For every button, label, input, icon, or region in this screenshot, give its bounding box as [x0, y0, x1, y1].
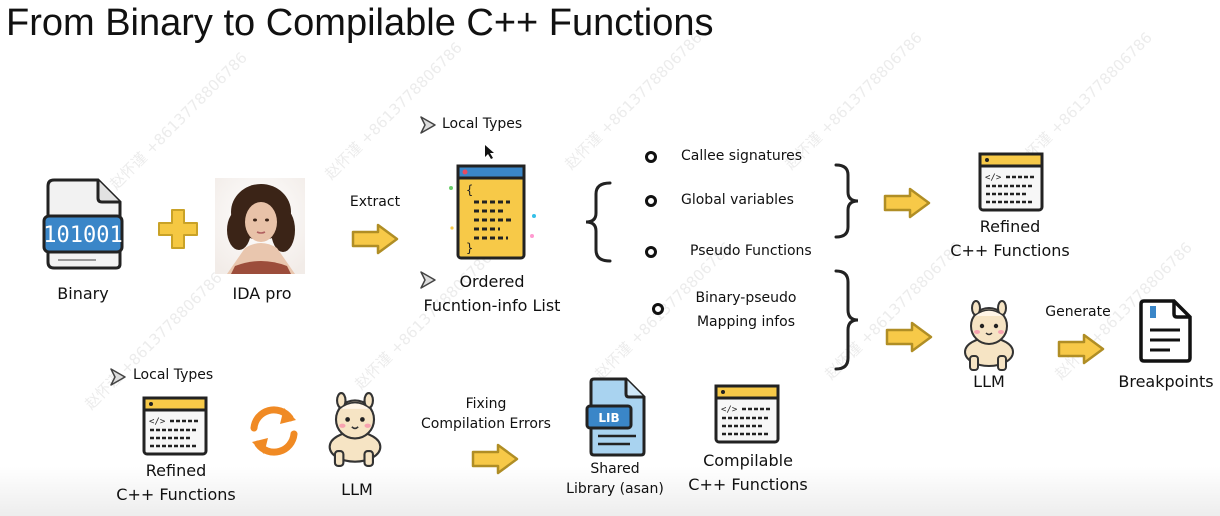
document-icon [1139, 299, 1192, 363]
bullet-icon [652, 303, 664, 315]
svg-text:}: } [466, 241, 473, 255]
right-brace [834, 269, 859, 371]
extract-label: Extract [349, 194, 401, 210]
code-window-icon: </> [978, 152, 1044, 212]
binary-code-text: 101001 [43, 223, 122, 248]
list-item: Pseudo Functions [690, 243, 812, 259]
binary-label: Binary [57, 284, 109, 303]
llama-icon [964, 300, 1014, 371]
ordered-label-line1: Ordered [459, 272, 525, 291]
left-brace [585, 181, 612, 263]
shared-label-line2: Library (asan) [566, 481, 664, 497]
refined-top-label-line1: Refined [979, 217, 1041, 236]
pointer-icon [110, 368, 126, 386]
llama-icon [328, 392, 382, 467]
list-item: Global variables [681, 192, 794, 208]
ida-pro-portrait-icon [215, 178, 305, 274]
ordered-label-line2: Fucntion-info List [423, 296, 561, 315]
refined-bottom-label-line2: C++ Functions [116, 485, 236, 504]
right-arrow-icon [1057, 333, 1105, 365]
code-window-icon: </> [714, 384, 780, 444]
compilable-label-line1: Compilable [703, 451, 793, 470]
refined-bottom-label-line1: Refined [145, 461, 207, 480]
llm-bottom-label: LLM [341, 480, 373, 499]
refined-top-label-line2: C++ Functions [950, 241, 1070, 260]
svg-text:{: { [466, 183, 473, 197]
right-arrow-icon [471, 443, 519, 475]
plus-icon [158, 209, 198, 249]
function-info-list: Callee signatures Global variables Pseud… [640, 146, 840, 266]
llm-right-label: LLM [973, 372, 1005, 391]
mapping-label-line1: Binary-pseudo [695, 290, 797, 306]
slide-title: From Binary to Compilable C++ Functions [6, 2, 714, 44]
right-arrow-icon [883, 187, 931, 219]
compilable-label-line2: C++ Functions [688, 475, 808, 494]
svg-text:</>: </> [149, 417, 166, 427]
lib-badge-text: LIB [598, 411, 619, 425]
library-file-icon: LIB [585, 377, 646, 457]
code-window-icon: </> [142, 396, 208, 456]
list-item: Callee signatures [681, 148, 803, 164]
pointer-icon [420, 116, 436, 134]
local-types-bottom-label: Local Types [133, 367, 214, 383]
fixing-label-line1: Fixing [465, 396, 507, 412]
generate-label: Generate [1045, 304, 1111, 320]
fixing-label-line2: Compilation Errors [421, 416, 551, 432]
bullet-icon [645, 151, 657, 163]
watermark: 赵怀谨 +8613778806786 [106, 48, 251, 194]
right-arrow-icon [885, 321, 933, 353]
mapping-label-line2: Mapping infos [696, 314, 796, 330]
shared-label-line1: Shared [590, 461, 640, 477]
breakpoints-label: Breakpoints [1118, 372, 1214, 391]
bullet-icon [645, 195, 657, 207]
svg-text:</>: </> [985, 173, 1002, 183]
right-brace [834, 163, 859, 239]
right-arrow-icon [351, 223, 399, 255]
binary-file-icon: 101001 [42, 178, 124, 270]
refresh-cycle-icon [250, 406, 298, 456]
local-types-top-label: Local Types [442, 116, 523, 132]
svg-text:</>: </> [721, 405, 738, 415]
ida-pro-label: IDA pro [232, 284, 292, 303]
code-document-icon: { } [449, 164, 536, 260]
bullet-icon [645, 246, 657, 258]
